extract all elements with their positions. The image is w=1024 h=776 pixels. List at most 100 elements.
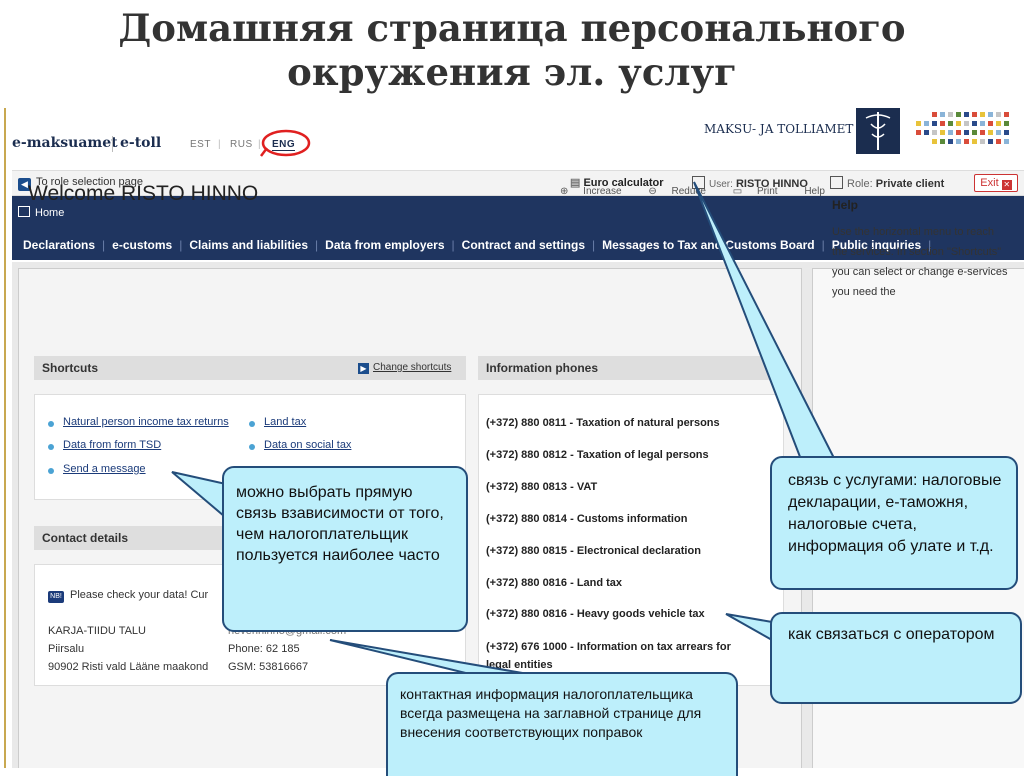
page-tools: ⊕ Increase ⊖ Reduce ▭ Print Help xyxy=(560,186,849,197)
contact-callout-text: контактная информация налогоплательщика … xyxy=(400,686,702,740)
bullet-icon xyxy=(48,421,54,427)
printer-icon: ▭ xyxy=(732,186,743,197)
brand-dot xyxy=(956,130,961,135)
bullet-icon xyxy=(48,444,54,450)
shortcut-form-tsd[interactable]: Data from form TSD xyxy=(63,439,161,451)
role-label: Role: xyxy=(847,178,873,190)
print-button[interactable]: ▭ Print xyxy=(733,186,790,197)
menu-messages[interactable]: Messages to Tax and Customs Board xyxy=(595,238,822,252)
brand-dot xyxy=(964,121,969,126)
menu-bar: Declarations | e-customs | Claims and liab… xyxy=(16,238,931,252)
brand-dot xyxy=(980,130,985,135)
brand-dot xyxy=(924,130,929,135)
agency-emblem-icon xyxy=(856,108,900,154)
brand-dot xyxy=(940,130,945,135)
increase-button[interactable]: ⊕ Increase xyxy=(560,186,634,197)
exit-button[interactable]: Exit ✕ xyxy=(974,174,1018,192)
brand-dot xyxy=(948,121,953,126)
logo-divider xyxy=(112,136,113,152)
brand-dot xyxy=(940,121,945,126)
brand-dot xyxy=(980,112,985,117)
lang-est[interactable]: EST xyxy=(190,139,211,150)
brand-dot xyxy=(916,130,921,135)
menu-data-from-employers[interactable]: Data from employers xyxy=(318,238,451,252)
brand-dot xyxy=(980,121,985,126)
brand-dot xyxy=(972,112,977,117)
contact-notice-text: Please check your data! Cur xyxy=(70,589,209,601)
nb-badge-icon: NB! xyxy=(48,591,64,603)
contact-title: Contact details xyxy=(42,531,129,545)
bullet-icon xyxy=(249,444,255,450)
brand-dot xyxy=(964,130,969,135)
reduce-label: Reduce xyxy=(671,186,706,197)
brand-dot xyxy=(988,130,993,135)
zoom-in-icon: ⊕ xyxy=(560,186,569,197)
brand-dot xyxy=(980,139,985,144)
menu-contract-settings[interactable]: Contract and settings xyxy=(455,238,592,252)
bullet-icon xyxy=(249,421,255,427)
contact-gsm: GSM: 53816667 xyxy=(228,661,309,673)
phone-item: (+372) 880 0815 - Electronical declarati… xyxy=(486,545,701,557)
brand-dot xyxy=(972,139,977,144)
brand-dot xyxy=(972,130,977,135)
brand-dot xyxy=(932,121,937,126)
services-callout: связь с услугами: налоговые декларации, … xyxy=(770,456,1018,590)
emaksuamet-logo[interactable]: e-maksuamet xyxy=(12,135,118,151)
brand-dot xyxy=(1004,121,1009,126)
phones-title: Information phones xyxy=(486,361,598,375)
brand-dot xyxy=(964,139,969,144)
reduce-button[interactable]: ⊖ Reduce xyxy=(648,186,718,197)
brand-dot xyxy=(996,139,1001,144)
brand-dot xyxy=(972,121,977,126)
slide-title-line2: окружения эл. услуг xyxy=(287,50,737,94)
help-button[interactable]: Help xyxy=(804,186,837,197)
home-icon xyxy=(18,206,30,217)
brand-dot xyxy=(932,112,937,117)
brand-dot xyxy=(996,112,1001,117)
phone-item: (+372) 880 0814 - Customs information xyxy=(486,513,688,525)
shortcuts-title: Shortcuts xyxy=(42,361,99,375)
operator-callout-text: как связаться с оператором xyxy=(788,626,995,643)
arrow-right-icon: ▶ xyxy=(358,363,369,374)
help-text: Use the horizontal menu to reach the ser… xyxy=(832,226,1008,298)
portal-header: e-maksuamet e-toll EST | RUS | ENG MAKSU… xyxy=(4,108,1024,170)
brand-dot xyxy=(988,112,993,117)
services-callout-text: связь с услугами: налоговые декларации, … xyxy=(788,472,1002,555)
shortcut-send-message[interactable]: Send a message xyxy=(63,463,146,475)
brand-dot xyxy=(940,139,945,144)
lang-rus[interactable]: RUS xyxy=(230,139,253,150)
menu-declarations[interactable]: Declarations xyxy=(16,238,102,252)
phones-header: Information phones xyxy=(478,356,784,380)
agency-name: MAKSU- JA TOLLIAMET xyxy=(704,122,854,136)
close-icon: ✕ xyxy=(1001,180,1012,190)
brand-dot xyxy=(924,121,929,126)
contact-name: KARJA-TIIDU TALU xyxy=(48,625,146,637)
home-link[interactable]: Home xyxy=(18,206,64,219)
etoll-logo[interactable]: e-toll xyxy=(120,135,161,151)
brand-dot xyxy=(948,112,953,117)
contact-address-line1: Piirsalu xyxy=(48,643,85,655)
contact-address-line2: 90902 Risti vald Lääne maakond xyxy=(48,661,209,673)
phone-item: (+372) 880 0813 - VAT xyxy=(486,481,598,493)
shortcut-social-tax[interactable]: Data on social tax xyxy=(264,439,351,451)
slide-title-line1: Домашняя страница персонального xyxy=(118,6,906,50)
brand-dot xyxy=(948,139,953,144)
brand-dot xyxy=(996,121,1001,126)
role-value: Private client xyxy=(875,178,945,190)
change-shortcuts-label: Change shortcuts xyxy=(373,362,452,373)
brand-dot xyxy=(988,139,993,144)
phone-item: (+372) 880 0816 - Land tax xyxy=(486,577,623,589)
shortcut-land-tax[interactable]: Land tax xyxy=(264,416,306,428)
menu-e-customs[interactable]: e-customs xyxy=(105,238,179,252)
brand-dot xyxy=(932,130,937,135)
phone-item: (+372) 880 0812 - Taxation of legal pers… xyxy=(486,449,709,461)
lang-divider: | xyxy=(218,139,221,150)
shortcut-income-tax-returns[interactable]: Natural person income tax returns xyxy=(63,416,229,428)
menu-claims-liabilities[interactable]: Claims and liabilities xyxy=(182,238,315,252)
brand-dot xyxy=(1004,139,1009,144)
change-shortcuts-button[interactable]: ▶ Change shortcuts xyxy=(358,362,451,374)
contact-callout: контактная информация налогоплательщика … xyxy=(386,672,738,776)
help-label: Help xyxy=(804,186,825,197)
bullet-icon xyxy=(48,468,54,474)
brand-dot xyxy=(956,121,961,126)
